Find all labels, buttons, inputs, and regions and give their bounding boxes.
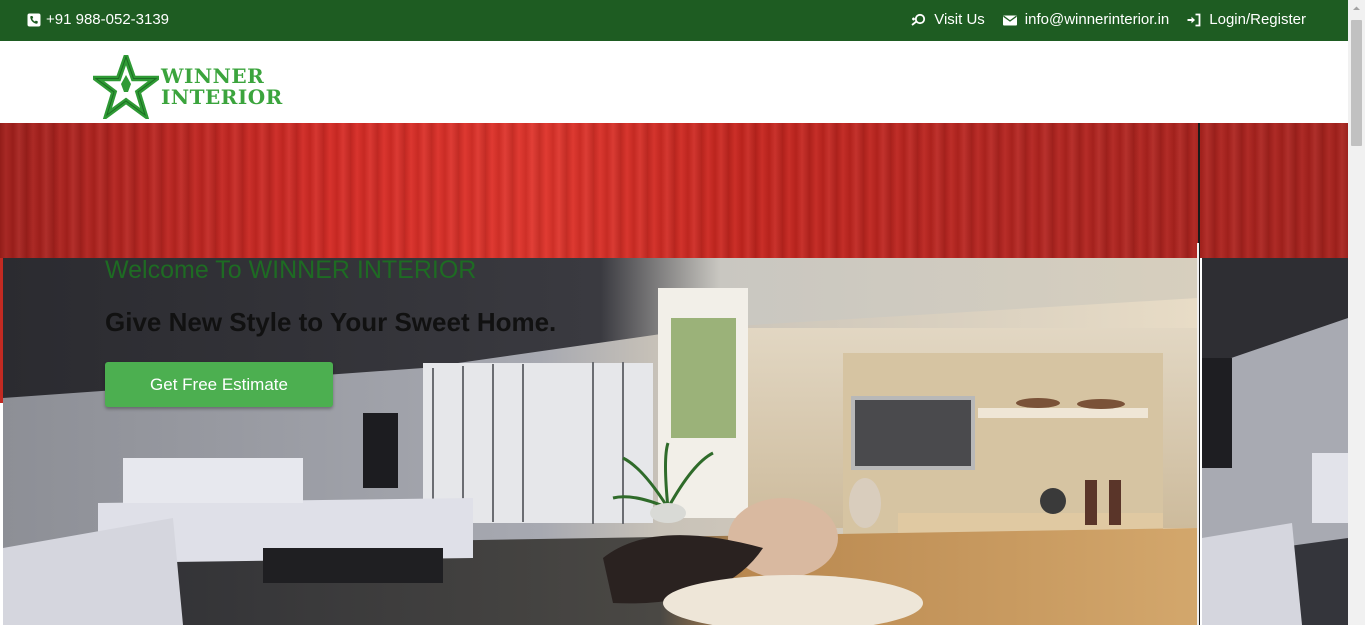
- curtain-banner: [0, 123, 1348, 258]
- login-register-link[interactable]: Login/Register: [1187, 11, 1306, 28]
- hero-caption: Welcome To WINNER INTERIOR Give New Styl…: [105, 256, 556, 338]
- phone-icon: [27, 13, 41, 26]
- slide-divider-highlight: [1197, 243, 1199, 625]
- logo-line-1: WINNER: [161, 64, 265, 88]
- hero-slider: Welcome To WINNER INTERIOR Give New Styl…: [0, 123, 1348, 625]
- next-slide-image: [1202, 258, 1348, 625]
- visit-us-link[interactable]: Visit Us: [910, 11, 985, 28]
- email-address: info@winnerinterior.in: [1024, 11, 1170, 28]
- hero-welcome-text: Welcome To WINNER INTERIOR: [105, 256, 477, 284]
- envelope-icon: [1002, 15, 1017, 25]
- map-marker-icon: [911, 13, 926, 26]
- top-bar: +91 988-052-3139 Visit Us info@winnerint…: [0, 0, 1348, 41]
- scroll-up-arrow-icon[interactable]: [1348, 0, 1365, 17]
- sign-in-icon: [1187, 13, 1201, 26]
- phone-number: +91 988-052-3139: [46, 11, 170, 28]
- star-logo-icon: [93, 55, 159, 119]
- site-logo[interactable]: WINNER INTERIOR: [93, 55, 283, 119]
- site-header: WINNER INTERIOR: [0, 41, 1348, 123]
- phone-contact[interactable]: +91 988-052-3139: [27, 11, 169, 28]
- login-register-label: Login/Register: [1209, 11, 1306, 28]
- hero-tagline: Give New Style to Your Sweet Home.: [105, 307, 557, 337]
- scroll-thumb[interactable]: [1351, 20, 1362, 146]
- page-scrollbar[interactable]: [1348, 0, 1365, 625]
- visit-us-label: Visit Us: [934, 11, 985, 28]
- email-link[interactable]: info@winnerinterior.in: [1002, 11, 1170, 28]
- get-free-estimate-button[interactable]: Get Free Estimate: [105, 362, 333, 407]
- logo-line-2: INTERIOR: [161, 85, 283, 109]
